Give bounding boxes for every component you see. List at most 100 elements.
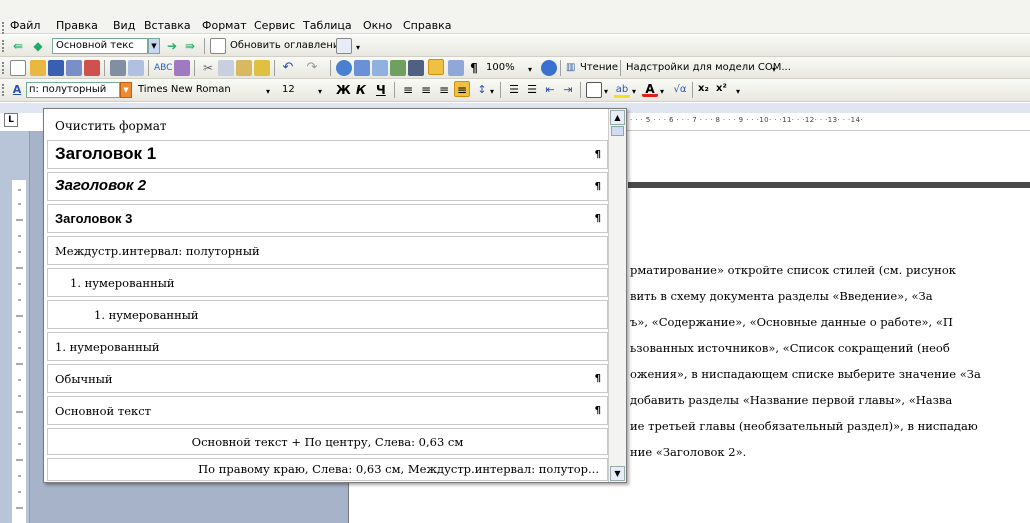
chevron-down-icon[interactable]: ▾ bbox=[318, 87, 322, 96]
com-addins-button[interactable]: Надстройки для модели COM... bbox=[626, 62, 791, 73]
hyperlink-icon[interactable] bbox=[336, 60, 352, 76]
menu-view[interactable]: Вид bbox=[113, 19, 135, 32]
open-folder-icon[interactable] bbox=[30, 60, 46, 76]
font-select[interactable]: Times New Roman bbox=[136, 82, 250, 98]
permission-icon[interactable] bbox=[66, 60, 82, 76]
chevron-down-icon[interactable]: ▾ bbox=[604, 87, 608, 96]
toolbar-options-icon[interactable]: ▾ bbox=[736, 87, 740, 96]
toolbar-grip[interactable] bbox=[2, 84, 5, 96]
toolbar-grip[interactable] bbox=[2, 62, 5, 74]
spelling-icon[interactable]: ABC bbox=[154, 60, 172, 76]
help-icon[interactable] bbox=[541, 60, 557, 76]
menubar-grip[interactable] bbox=[2, 22, 5, 34]
style-item-body-text[interactable]: Основной текст ¶ bbox=[47, 396, 608, 425]
drawing-icon[interactable] bbox=[428, 59, 444, 75]
menu-file[interactable]: Файл bbox=[10, 19, 40, 32]
font-color-icon[interactable]: A bbox=[642, 81, 658, 97]
undo-icon[interactable]: ↶ bbox=[280, 60, 296, 76]
insert-excel-icon[interactable] bbox=[390, 60, 406, 76]
borders-icon[interactable] bbox=[586, 82, 602, 98]
style-item-normal[interactable]: Обычный ¶ bbox=[47, 364, 608, 393]
menu-help[interactable]: Справка bbox=[403, 19, 451, 32]
toolbar-options-icon[interactable]: ▾ bbox=[356, 43, 360, 52]
chevron-down-icon[interactable]: ▾ bbox=[490, 87, 494, 96]
superscript-button[interactable]: x² bbox=[716, 83, 727, 94]
cut-icon[interactable]: ✂ bbox=[200, 60, 216, 76]
chevron-down-icon[interactable]: ▼ bbox=[148, 38, 160, 54]
new-document-icon[interactable] bbox=[10, 60, 26, 76]
paste-icon[interactable] bbox=[236, 60, 252, 76]
style-item-heading-3[interactable]: Заголовок 3 ¶ bbox=[47, 204, 608, 233]
goto-toc-icon[interactable] bbox=[336, 38, 352, 54]
copy-icon[interactable] bbox=[218, 60, 234, 76]
document-map-icon[interactable] bbox=[448, 60, 464, 76]
styles-pane-icon[interactable]: A bbox=[9, 82, 25, 98]
align-right-icon[interactable]: ≡ bbox=[436, 82, 452, 98]
menu-tools[interactable]: Сервис bbox=[254, 19, 295, 32]
equation-icon[interactable]: √α bbox=[672, 82, 688, 98]
research-icon[interactable] bbox=[174, 60, 190, 76]
style-select[interactable]: п: полуторный bbox=[26, 82, 120, 98]
document-line: вить в схему документа разделы «Введение… bbox=[630, 289, 933, 303]
subscript-button[interactable]: x₂ bbox=[698, 83, 709, 94]
format-painter-icon[interactable] bbox=[254, 60, 270, 76]
style-item-clear-format[interactable]: Очистить формат bbox=[47, 112, 608, 139]
email-icon[interactable] bbox=[84, 60, 100, 76]
italic-button[interactable]: К bbox=[356, 83, 366, 97]
outline-level-select[interactable]: Основной текс bbox=[52, 38, 148, 54]
dropdown-scrollbar[interactable]: ▲ ▼ bbox=[608, 109, 626, 482]
style-item-heading-2[interactable]: Заголовок 2 ¶ bbox=[47, 172, 608, 201]
promote-icon[interactable]: ◆ bbox=[30, 38, 46, 54]
chevron-down-icon[interactable]: ▾ bbox=[632, 87, 636, 96]
menu-edit[interactable]: Правка bbox=[56, 19, 98, 32]
tables-borders-icon[interactable] bbox=[354, 60, 370, 76]
chevron-down-icon[interactable]: ▼ bbox=[120, 82, 132, 98]
increase-indent-icon[interactable]: ⇥ bbox=[560, 82, 576, 98]
update-toc-icon[interactable] bbox=[210, 38, 226, 54]
underline-button[interactable]: Ч bbox=[376, 83, 386, 97]
show-formatting-icon[interactable]: ¶ bbox=[466, 60, 482, 76]
align-center-icon[interactable]: ≡ bbox=[418, 82, 434, 98]
update-toc-button[interactable]: Обновить оглавление bbox=[230, 40, 346, 51]
columns-icon[interactable] bbox=[408, 60, 424, 76]
promote-heading-icon[interactable]: ⇚ bbox=[10, 38, 26, 54]
demote-icon[interactable]: ➔ bbox=[164, 38, 180, 54]
menu-format[interactable]: Формат bbox=[202, 19, 247, 32]
chevron-down-icon[interactable]: ▾ bbox=[660, 87, 664, 96]
menu-table[interactable]: Таблица bbox=[303, 19, 352, 32]
zoom-select[interactable]: 100% bbox=[486, 60, 528, 76]
decrease-indent-icon[interactable]: ⇤ bbox=[542, 82, 558, 98]
justify-icon[interactable]: ≡ bbox=[454, 81, 470, 97]
highlight-icon[interactable]: ab bbox=[614, 82, 630, 98]
align-left-icon[interactable]: ≡ bbox=[400, 82, 416, 98]
reading-button[interactable]: Чтение bbox=[580, 62, 618, 73]
toolbar-options-icon[interactable]: ▾ bbox=[772, 65, 776, 74]
save-icon[interactable] bbox=[48, 60, 64, 76]
insert-table-icon[interactable] bbox=[372, 60, 388, 76]
chevron-down-icon[interactable]: ▾ bbox=[528, 65, 532, 74]
menu-insert[interactable]: Вставка bbox=[144, 19, 191, 32]
redo-icon[interactable]: ↷ bbox=[304, 60, 320, 76]
style-item-numbered-3[interactable]: 1. нумерованный bbox=[47, 332, 608, 361]
style-item-right-aligned[interactable]: По правому краю, Слева: 0,63 см, Междуст… bbox=[47, 458, 608, 481]
bullets-icon[interactable]: ☰ bbox=[524, 82, 540, 98]
chevron-down-icon[interactable]: ▾ bbox=[266, 87, 270, 96]
font-size-select[interactable]: 12 bbox=[280, 82, 310, 98]
style-item-heading-1[interactable]: Заголовок 1 ¶ bbox=[47, 140, 608, 169]
line-spacing-icon[interactable]: ↕ bbox=[474, 82, 490, 98]
print-icon[interactable] bbox=[110, 60, 126, 76]
print-preview-icon[interactable] bbox=[128, 60, 144, 76]
style-item-numbered-1[interactable]: 1. нумерованный bbox=[47, 268, 608, 297]
style-item-body-text-centered[interactable]: Основной текст + По центру, Слева: 0,63 … bbox=[47, 428, 608, 455]
numbering-icon[interactable]: ☰ bbox=[506, 82, 522, 98]
toolbar-grip[interactable] bbox=[2, 40, 5, 52]
scroll-down-icon[interactable]: ▼ bbox=[610, 466, 625, 481]
style-item-numbered-2[interactable]: 1. нумерованный bbox=[47, 300, 608, 329]
tab-selector[interactable]: L bbox=[4, 113, 18, 127]
scroll-up-icon[interactable]: ▲ bbox=[610, 110, 625, 125]
scroll-thumb[interactable] bbox=[611, 126, 624, 136]
style-item-line-spacing[interactable]: Междустр.интервал: полуторный bbox=[47, 236, 608, 265]
menu-window[interactable]: Окно bbox=[363, 19, 392, 32]
bold-button[interactable]: Ж bbox=[336, 83, 351, 97]
demote-to-body-icon[interactable]: ⇛ bbox=[182, 38, 198, 54]
